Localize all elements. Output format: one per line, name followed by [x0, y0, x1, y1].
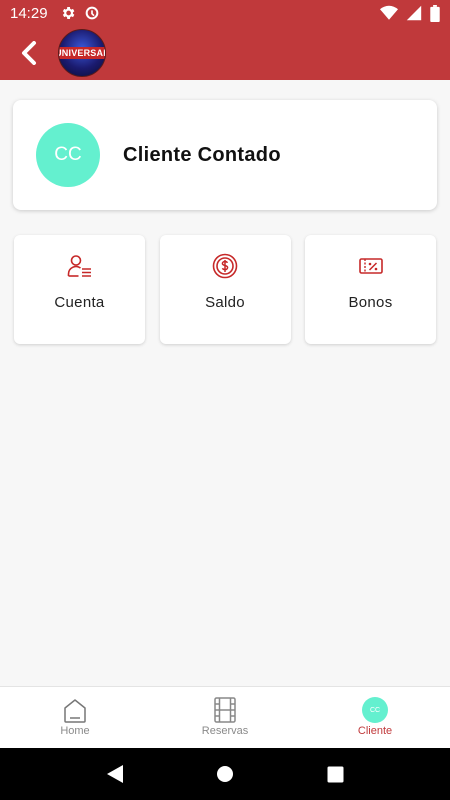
- back-triangle-icon: [107, 765, 123, 783]
- nav-label: Cliente: [357, 725, 393, 737]
- menu-tiles: Cuenta Saldo Bonos: [14, 235, 436, 344]
- data-saver-icon: [85, 6, 98, 20]
- status-bar: 14:29: [0, 0, 450, 26]
- system-home-button[interactable]: [205, 754, 245, 794]
- home-icon: [64, 698, 86, 723]
- discount-ticket-icon: [358, 258, 383, 274]
- gear-icon: [62, 7, 74, 19]
- nav-cliente[interactable]: CC Cliente: [300, 687, 450, 748]
- wifi-icon: [380, 5, 398, 20]
- nav-reservas[interactable]: Reservas: [150, 687, 300, 748]
- film-icon: [214, 697, 236, 723]
- app-bar: UNIVERSAL: [0, 26, 450, 80]
- back-button[interactable]: [14, 33, 44, 73]
- user-list-icon: [67, 255, 91, 277]
- avatar: CC: [362, 697, 388, 723]
- tile-label: Bonos: [348, 294, 393, 311]
- recents-square-icon: [327, 766, 343, 782]
- saldo-tile[interactable]: Saldo: [159, 235, 291, 344]
- status-time: 14:29: [10, 4, 48, 22]
- avatar: CC: [36, 123, 100, 187]
- nav-home[interactable]: Home: [0, 687, 150, 748]
- battery-icon: [430, 4, 440, 22]
- bonos-tile[interactable]: Bonos: [305, 235, 436, 344]
- universal-logo: UNIVERSAL: [58, 29, 106, 77]
- profile-card: CC Cliente Contado: [13, 100, 437, 210]
- tile-label: Cuenta: [54, 294, 105, 311]
- home-circle-icon: [217, 766, 233, 782]
- nav-label: Home: [60, 725, 90, 737]
- system-back-button[interactable]: [95, 754, 135, 794]
- system-nav-bar: [0, 748, 450, 800]
- chevron-left-icon: [22, 41, 36, 65]
- logo-text: UNIVERSAL: [59, 47, 105, 59]
- tile-label: Saldo: [205, 294, 245, 311]
- nav-label: Reservas: [201, 725, 249, 737]
- cuenta-tile[interactable]: Cuenta: [14, 235, 145, 344]
- dollar-coin-icon: [212, 253, 238, 279]
- signal-icon: [406, 5, 422, 21]
- system-recents-button[interactable]: [315, 754, 355, 794]
- client-name: Cliente Contado: [123, 143, 281, 166]
- bottom-nav: Home Reservas CC Cliente: [0, 686, 450, 748]
